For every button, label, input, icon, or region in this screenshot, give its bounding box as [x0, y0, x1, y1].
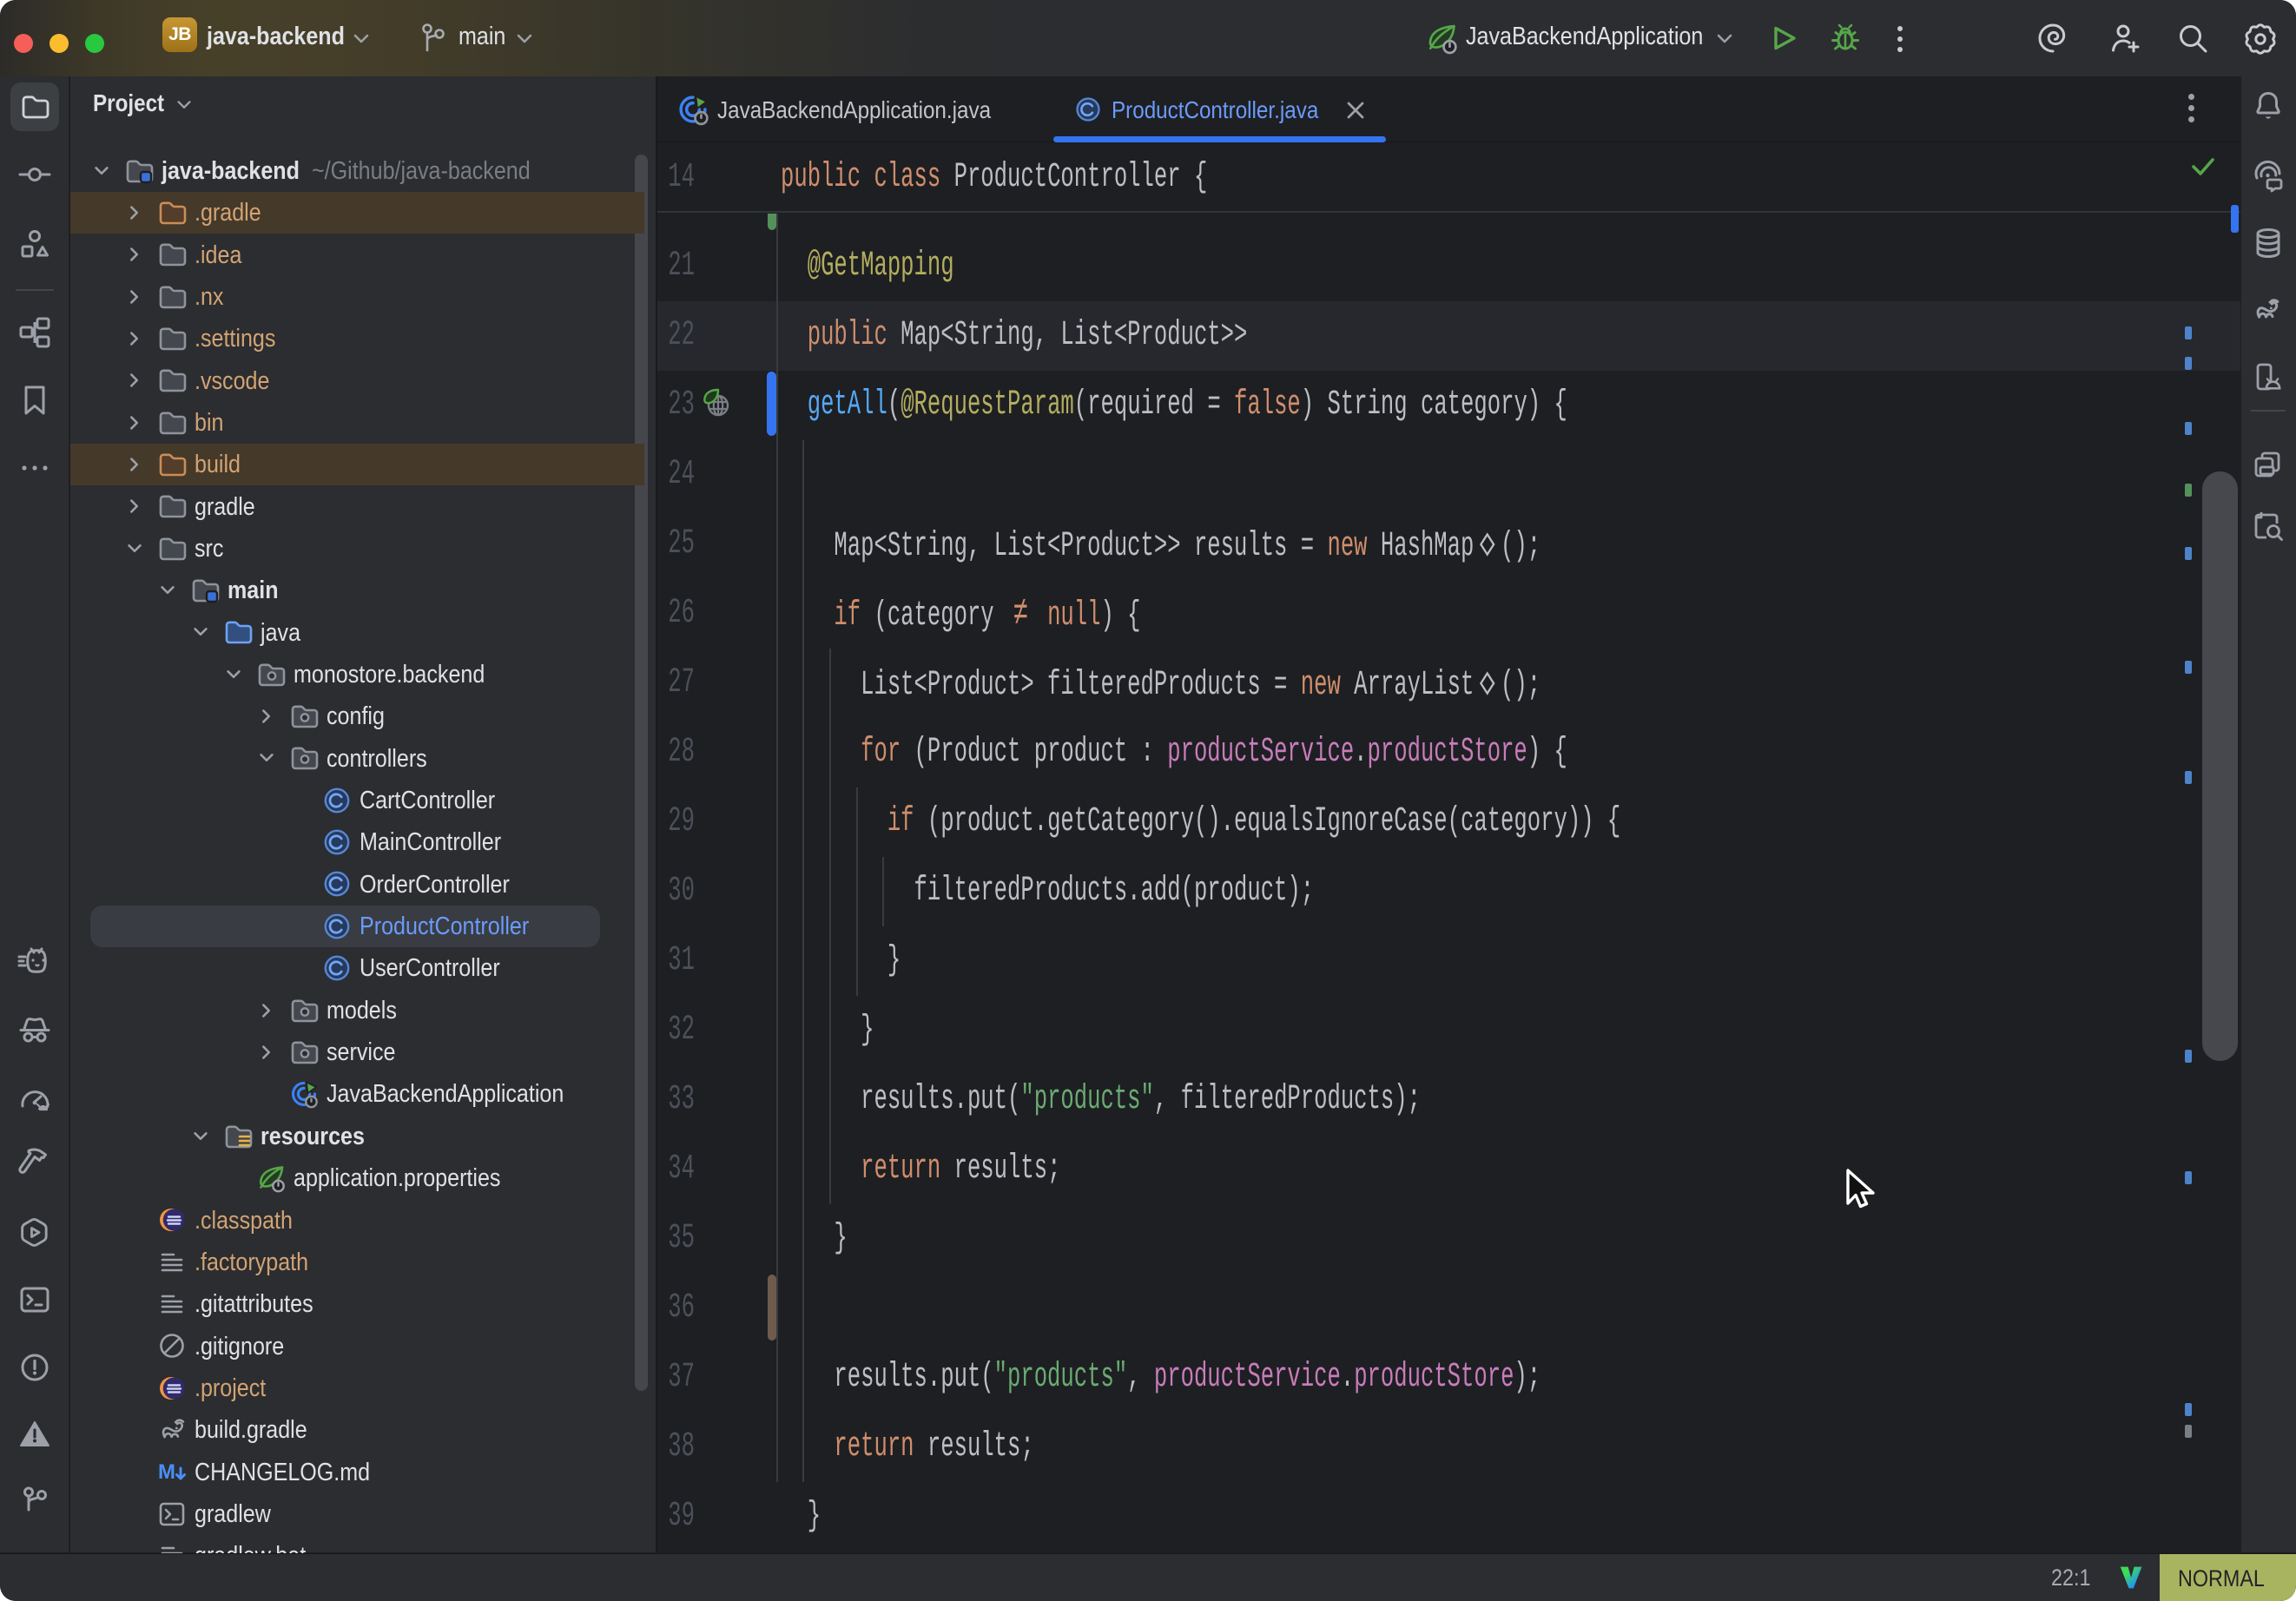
- svg-text:M: M: [158, 1460, 175, 1484]
